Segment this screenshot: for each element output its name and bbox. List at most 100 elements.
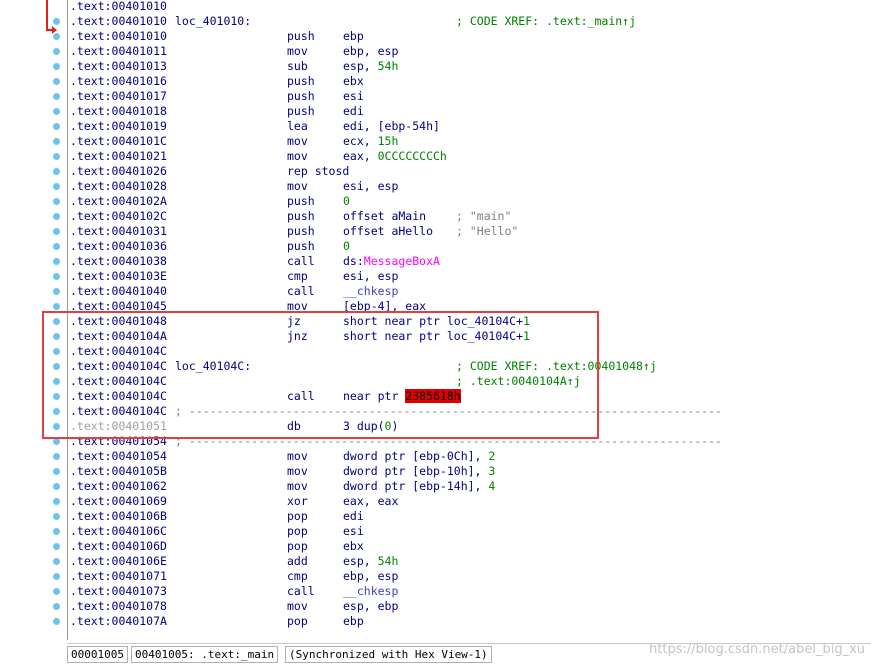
- listing-line[interactable]: .text:00401054 mov dword ptr [ebp-0Ch], 2: [70, 449, 870, 464]
- listing-line[interactable]: .text:00401026 rep stosd: [70, 164, 870, 179]
- address[interactable]: .text:00401019: [70, 119, 167, 134]
- mnemonic[interactable]: mov: [287, 44, 308, 59]
- operands[interactable]: esp, 54h: [343, 59, 398, 74]
- operands[interactable]: offset aMain: [343, 209, 426, 224]
- operand-text[interactable]: offset aMain: [343, 209, 426, 223]
- listing-line[interactable]: .text:00401073 call __chkesp: [70, 584, 870, 599]
- library-function[interactable]: __chkesp: [343, 584, 398, 598]
- mnemonic[interactable]: push: [287, 209, 315, 224]
- code-label[interactable]: loc_401010:: [175, 14, 251, 29]
- mnemonic[interactable]: add: [287, 554, 308, 569]
- listing-line[interactable]: .text:0040102A push 0: [70, 194, 870, 209]
- address[interactable]: .text:00401038: [70, 254, 167, 269]
- mnemonic[interactable]: push: [287, 194, 315, 209]
- mnemonic[interactable]: pop: [287, 509, 308, 524]
- mnemonic[interactable]: cmp: [287, 269, 308, 284]
- mnemonic[interactable]: mov: [287, 464, 308, 479]
- import-name[interactable]: MessageBoxA: [364, 254, 440, 268]
- mnemonic[interactable]: push: [287, 89, 315, 104]
- mnemonic[interactable]: rep stosd: [287, 164, 349, 179]
- operand-text[interactable]: eax, eax: [343, 494, 398, 508]
- operand-text[interactable]: esp,: [343, 554, 378, 568]
- numeric-operand[interactable]: 15h: [378, 134, 399, 148]
- operands[interactable]: offset aHello: [343, 224, 433, 239]
- listing-line[interactable]: .text:00401021 mov eax, 0CCCCCCCCh: [70, 149, 870, 164]
- mnemonic[interactable]: call: [287, 284, 315, 299]
- listing-line[interactable]: .text:0040106C pop esi: [70, 524, 870, 539]
- operands[interactable]: esp, ebp: [343, 599, 398, 614]
- operand-text[interactable]: ebp, esp: [343, 569, 398, 583]
- address[interactable]: .text:00401062: [70, 479, 167, 494]
- mnemonic[interactable]: mov: [287, 479, 308, 494]
- mnemonic[interactable]: pop: [287, 614, 308, 629]
- listing-line[interactable]: .text:00401071 cmp ebp, esp: [70, 569, 870, 584]
- mnemonic[interactable]: sub: [287, 59, 308, 74]
- address[interactable]: .text:00401028: [70, 179, 167, 194]
- operand-text[interactable]: esi, esp: [343, 179, 398, 193]
- breakpoint-dot-icon[interactable]: [53, 468, 60, 475]
- listing-line[interactable]: .text:0040103E cmp esi, esp: [70, 269, 870, 284]
- breakpoint-dot-icon[interactable]: [53, 63, 60, 70]
- address[interactable]: .text:0040103E: [70, 269, 167, 284]
- numeric-operand[interactable]: 0CCCCCCCCh: [378, 149, 447, 163]
- operand-text[interactable]: ebx: [343, 539, 364, 553]
- breakpoint-dot-icon[interactable]: [53, 243, 60, 250]
- numeric-operand[interactable]: 0: [343, 194, 350, 208]
- operands[interactable]: esi: [343, 89, 364, 104]
- operands[interactable]: dword ptr [ebp-0Ch], 2: [343, 449, 495, 464]
- listing-line[interactable]: .text:00401018 push edi: [70, 104, 870, 119]
- address[interactable]: .text:0040106B: [70, 509, 167, 524]
- breakpoint-dot-icon[interactable]: [53, 93, 60, 100]
- operands[interactable]: __chkesp: [343, 584, 398, 599]
- listing-line[interactable]: .text:0040102C push offset aMain ; "main": [70, 209, 870, 224]
- listing-line[interactable]: .text:00401069 xor eax, eax: [70, 494, 870, 509]
- address[interactable]: .text:0040106C: [70, 524, 167, 539]
- breakpoint-dot-icon[interactable]: [53, 543, 60, 550]
- listing-line[interactable]: .text:0040107A pop ebp: [70, 614, 870, 629]
- address[interactable]: .text:0040106D: [70, 539, 167, 554]
- address[interactable]: .text:00401010: [70, 29, 167, 44]
- mnemonic[interactable]: push: [287, 239, 315, 254]
- operand-text[interactable]: esi: [343, 524, 364, 538]
- address[interactable]: .text:0040101C: [70, 134, 167, 149]
- operands[interactable]: ebp, esp: [343, 569, 398, 584]
- operand-text[interactable]: dword ptr [ebp-10h],: [343, 464, 488, 478]
- breakpoint-dot-icon[interactable]: [53, 183, 60, 190]
- operands[interactable]: dword ptr [ebp-10h], 3: [343, 464, 495, 479]
- breakpoint-dot-icon[interactable]: [53, 573, 60, 580]
- listing-line[interactable]: .text:00401028 mov esi, esp: [70, 179, 870, 194]
- listing-line[interactable]: .text:00401078 mov esp, ebp: [70, 599, 870, 614]
- breakpoint-dot-icon[interactable]: [53, 483, 60, 490]
- address[interactable]: .text:0040105B: [70, 464, 167, 479]
- library-function[interactable]: __chkesp: [343, 284, 398, 298]
- address[interactable]: .text:0040102A: [70, 194, 167, 209]
- address[interactable]: .text:00401011: [70, 44, 167, 59]
- listing-line[interactable]: .text:0040106B pop edi: [70, 509, 870, 524]
- listing-line[interactable]: .text:0040105B mov dword ptr [ebp-10h], 3: [70, 464, 870, 479]
- operands[interactable]: ds:MessageBoxA: [343, 254, 440, 269]
- breakpoint-dot-icon[interactable]: [53, 273, 60, 280]
- numeric-operand[interactable]: 54h: [378, 554, 399, 568]
- numeric-operand[interactable]: 3: [488, 464, 495, 478]
- mnemonic[interactable]: mov: [287, 179, 308, 194]
- operands[interactable]: __chkesp: [343, 284, 398, 299]
- address[interactable]: .text:00401069: [70, 494, 167, 509]
- breakpoint-dot-icon[interactable]: [53, 498, 60, 505]
- listing-line[interactable]: .text:00401036 push 0: [70, 239, 870, 254]
- breakpoint-dot-icon[interactable]: [53, 138, 60, 145]
- operand-text[interactable]: edi: [343, 509, 364, 523]
- operand-text[interactable]: offset aHello: [343, 224, 433, 238]
- operands[interactable]: 0: [343, 239, 350, 254]
- listing-line[interactable]: .text:0040101C mov ecx, 15h: [70, 134, 870, 149]
- mnemonic[interactable]: pop: [287, 539, 308, 554]
- operands[interactable]: dword ptr [ebp-14h], 4: [343, 479, 495, 494]
- numeric-operand[interactable]: 54h: [378, 59, 399, 73]
- operands[interactable]: edi, [ebp-54h]: [343, 119, 440, 134]
- mnemonic[interactable]: push: [287, 224, 315, 239]
- operand-text[interactable]: ecx,: [343, 134, 378, 148]
- breakpoint-dot-icon[interactable]: [53, 78, 60, 85]
- operands[interactable]: 0: [343, 194, 350, 209]
- mnemonic[interactable]: mov: [287, 599, 308, 614]
- address[interactable]: .text:00401021: [70, 149, 167, 164]
- address[interactable]: .text:00401078: [70, 599, 167, 614]
